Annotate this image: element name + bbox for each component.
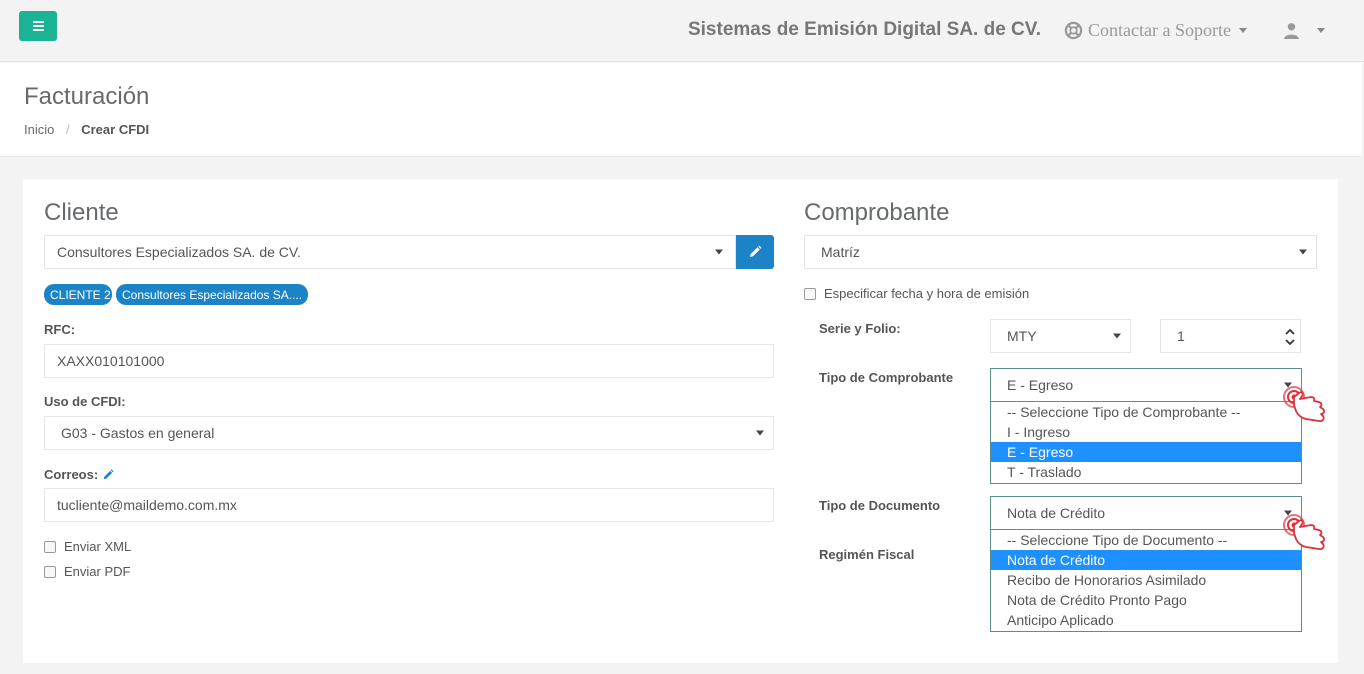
tipo-comprobante-options: -- Seleccione Tipo de Comprobante -- I -… [990, 402, 1302, 484]
edit-client-button[interactable] [736, 235, 774, 269]
uso-cfdi-value: G03 - Gastos en general [61, 425, 215, 441]
tipo-comprobante-value: E - Egreso [1007, 377, 1074, 393]
breadcrumb-current: Crear CFDI [81, 122, 150, 137]
support-dropdown[interactable]: Contactar a Soporte [1064, 20, 1247, 41]
top-navbar: Sistemas de Emisión Digital SA. de CV. C… [0, 0, 1364, 62]
chevron-down-icon [1317, 28, 1325, 33]
tipo-documento-option[interactable]: Nota de Crédito Pronto Pago [991, 590, 1301, 610]
tipo-comprobante-option[interactable]: T - Traslado [991, 462, 1301, 482]
hand-pointer-icon [1283, 386, 1325, 423]
correos-value: tucliente@maildemo.com.mx [57, 497, 237, 513]
chevron-up-icon[interactable] [1285, 328, 1295, 335]
hamburger-icon [32, 21, 44, 23]
client-name-badge: Consultores Especializados SA.... [116, 284, 308, 305]
support-label: Contactar a Soporte [1088, 20, 1231, 40]
correos-input[interactable]: tucliente@maildemo.com.mx [44, 488, 774, 522]
sucursal-select[interactable]: Matríz [804, 235, 1317, 269]
tipo-comprobante-label: Tipo de Comprobante [819, 370, 954, 385]
correos-label: Correos: [44, 467, 99, 482]
hand-pointer-icon [1283, 514, 1325, 551]
enviar-pdf-label: Enviar PDF [64, 564, 131, 579]
tipo-documento-options: -- Seleccione Tipo de Documento -- Nota … [990, 530, 1302, 632]
page-header: Facturación Inicio / Crear CFDI [0, 63, 1362, 157]
enviar-xml-label: Enviar XML [64, 539, 132, 554]
enviar-pdf-row[interactable]: Enviar PDF [44, 564, 130, 579]
comprobante-title: Comprobante [804, 199, 950, 226]
breadcrumb: Inicio / Crear CFDI [24, 122, 150, 137]
uso-cfdi-label: Uso de CFDI: [44, 394, 126, 409]
tipo-documento-select[interactable]: Nota de Crédito [990, 496, 1302, 530]
user-menu[interactable] [1283, 22, 1325, 39]
client-select[interactable]: Consultores Especializados SA. de CV. [44, 235, 736, 269]
chevron-down-icon [1299, 249, 1307, 255]
sucursal-value: Matríz [821, 244, 860, 260]
tipo-comprobante-option[interactable]: -- Seleccione Tipo de Comprobante -- [991, 402, 1301, 422]
chevron-down-icon [1238, 28, 1247, 33]
folio-input[interactable]: 1 [1160, 319, 1301, 353]
tipo-documento-option-selected[interactable]: Nota de Crédito [991, 550, 1301, 570]
fecha-emision-checkbox[interactable] [804, 287, 816, 300]
user-icon [1284, 23, 1299, 39]
cliente-title: Cliente [44, 199, 119, 226]
serie-value: MTY [1007, 328, 1037, 344]
enviar-xml-row[interactable]: Enviar XML [44, 539, 131, 554]
pencil-icon [750, 245, 762, 257]
tipo-documento-option[interactable]: Anticipo Aplicado [991, 610, 1301, 630]
lifebuoy-icon [1064, 21, 1083, 40]
pencil-icon[interactable] [102, 468, 114, 481]
rfc-label: RFC: [44, 322, 76, 337]
serie-select[interactable]: MTY [990, 319, 1131, 353]
chevron-down-icon[interactable] [1285, 339, 1295, 346]
enviar-xml-checkbox[interactable] [44, 540, 56, 553]
folio-value: 1 [1177, 328, 1185, 344]
rfc-value: XAXX010101000 [57, 353, 165, 369]
regimen-fiscal-label: Regimén Fiscal [819, 547, 915, 562]
uso-cfdi-select[interactable]: G03 - Gastos en general [44, 416, 774, 450]
client-number-badge: CLIENTE 2 [44, 284, 112, 305]
tipo-documento-option[interactable]: -- Seleccione Tipo de Documento -- [991, 530, 1301, 550]
tipo-comprobante-option-selected[interactable]: E - Egreso [991, 442, 1301, 462]
enviar-pdf-checkbox[interactable] [44, 565, 56, 578]
folio-spinner[interactable] [1280, 320, 1300, 354]
page-title: Facturación [24, 83, 150, 110]
company-name: Sistemas de Emisión Digital SA. de CV. [687, 19, 1041, 40]
rfc-input[interactable]: XAXX010101000 [44, 344, 774, 378]
breadcrumb-home[interactable]: Inicio [24, 122, 54, 137]
client-select-value: Consultores Especializados SA. de CV. [57, 244, 301, 260]
chevron-down-icon [715, 249, 723, 255]
tipo-comprobante-option[interactable]: I - Ingreso [991, 422, 1301, 442]
tipo-documento-value: Nota de Crédito [1007, 505, 1106, 521]
chevron-down-icon [1113, 333, 1121, 339]
fecha-emision-row[interactable]: Especificar fecha y hora de emisión [804, 286, 1029, 301]
tipo-comprobante-select[interactable]: E - Egreso [990, 368, 1302, 402]
cfdi-form-card: Cliente Consultores Especializados SA. d… [23, 179, 1338, 663]
tipo-documento-label: Tipo de Documento [819, 498, 941, 513]
chevron-down-icon [756, 430, 764, 436]
serie-folio-label: Serie y Folio: [819, 321, 901, 336]
correos-label-row: Correos: [44, 467, 114, 482]
tipo-documento-option[interactable]: Recibo de Honorarios Asimilado [991, 570, 1301, 590]
fecha-emision-label: Especificar fecha y hora de emisión [824, 286, 1030, 301]
menu-toggle-button[interactable] [19, 11, 57, 41]
